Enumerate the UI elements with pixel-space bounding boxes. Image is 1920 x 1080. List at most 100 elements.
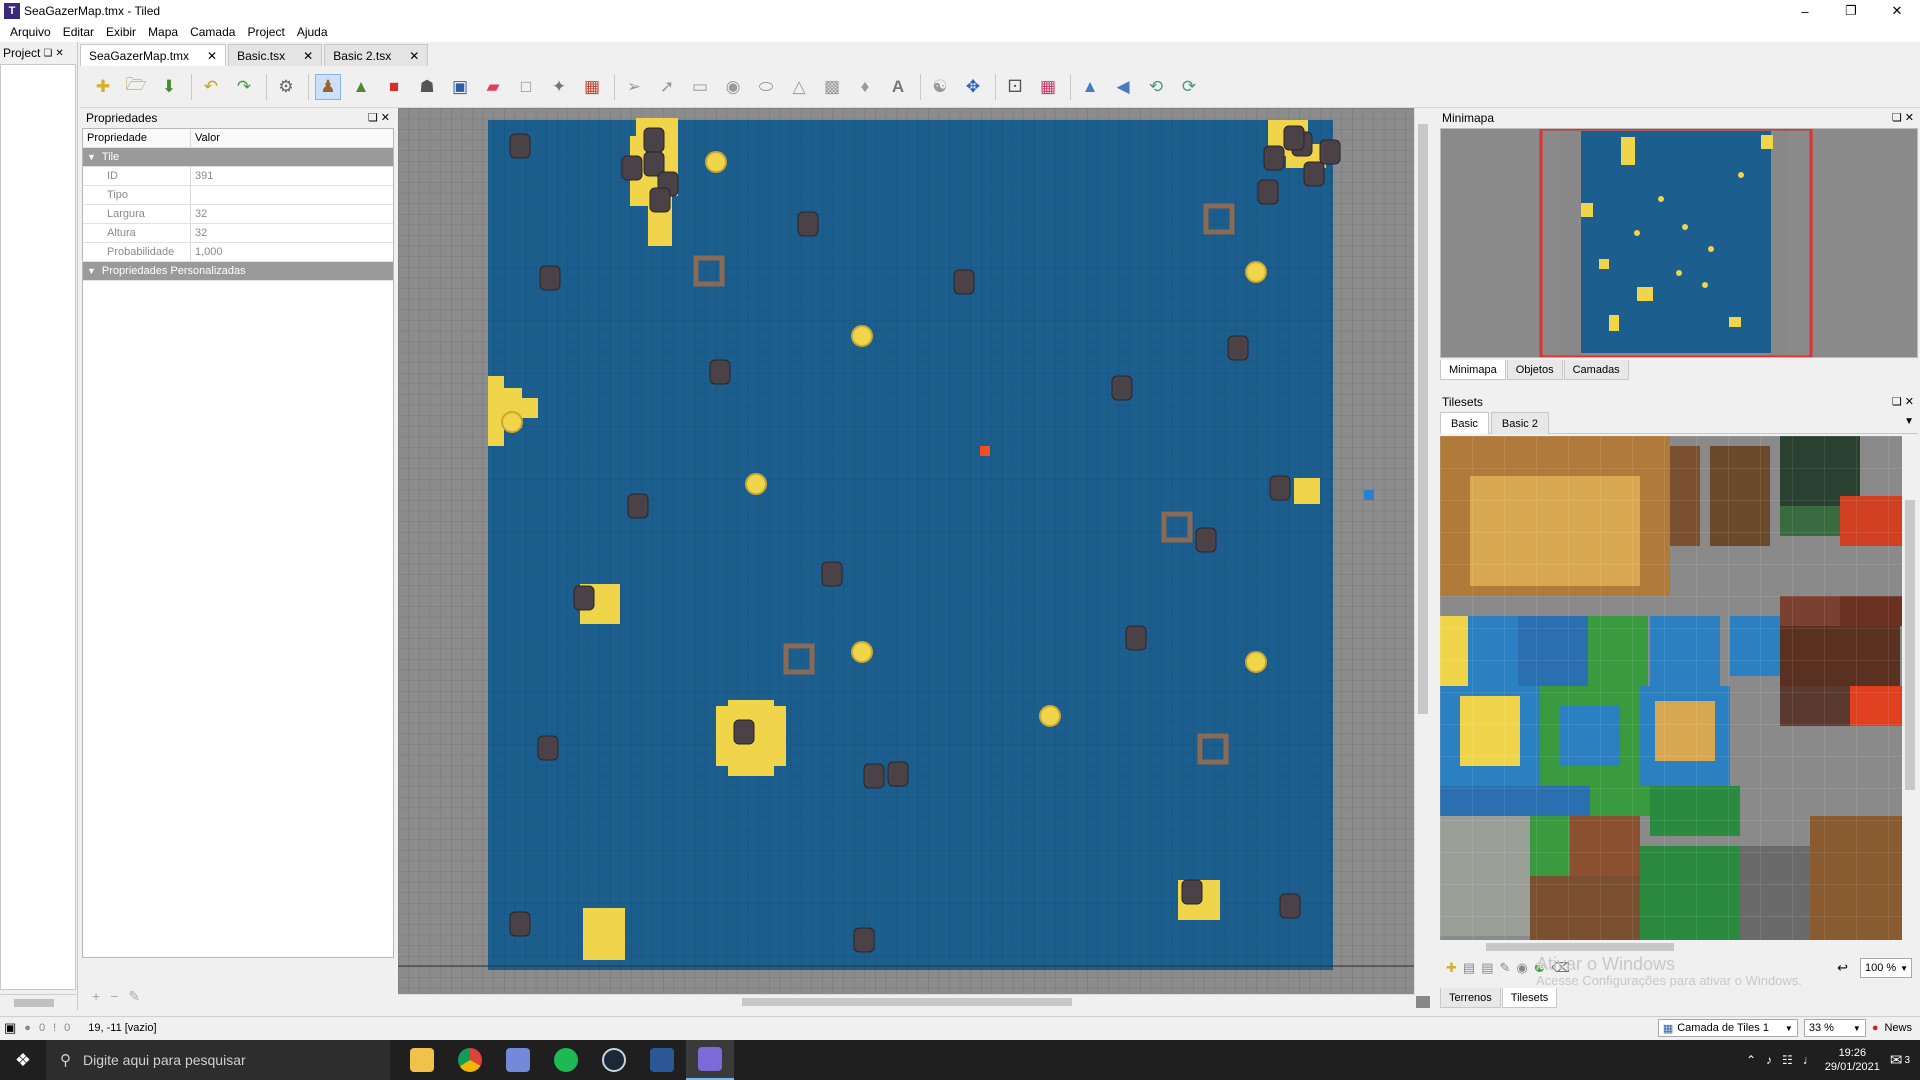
- close-tab-icon[interactable]: ✕: [303, 49, 313, 63]
- insert-point-icon[interactable]: ◉: [720, 74, 746, 100]
- map-vscrollbar[interactable]: [1414, 108, 1430, 996]
- terrain-brush-icon[interactable]: ▲: [348, 74, 374, 100]
- tab-tilesets[interactable]: Tilesets: [1501, 988, 1558, 1008]
- float-icon[interactable]: ❏: [368, 112, 378, 124]
- tab-camadas[interactable]: Camadas: [1563, 360, 1629, 380]
- tab-terrenos[interactable]: Terrenos: [1440, 988, 1501, 1008]
- tileset-menu-icon[interactable]: ▼: [1904, 416, 1914, 427]
- commands-icon[interactable]: ⚙: [273, 74, 299, 100]
- add-property-icon[interactable]: +: [92, 988, 100, 1005]
- steam-icon[interactable]: [590, 1040, 638, 1080]
- shape-fill-icon[interactable]: ▣: [447, 74, 473, 100]
- column-header-value[interactable]: Valor: [191, 129, 393, 147]
- flip-vertical-icon[interactable]: ◀: [1110, 74, 1136, 100]
- tab-minimapa[interactable]: Minimapa: [1440, 360, 1506, 380]
- close-button[interactable]: ✕: [1874, 0, 1920, 22]
- tab-objetos[interactable]: Objetos: [1506, 360, 1563, 380]
- rename-property-icon[interactable]: ✎: [128, 988, 140, 1005]
- menu-exibir[interactable]: Exibir: [100, 25, 142, 39]
- tab-basic-2[interactable]: Basic 2: [1490, 412, 1549, 434]
- menu-ajuda[interactable]: Ajuda: [291, 25, 334, 39]
- project-tree[interactable]: [0, 64, 76, 990]
- network-icon[interactable]: ☷: [1782, 1053, 1793, 1067]
- tiled-taskbar-icon[interactable]: [686, 1040, 734, 1080]
- close-icon[interactable]: ✕: [1905, 112, 1914, 124]
- wang-fill-icon[interactable]: ▦: [1035, 74, 1061, 100]
- undo-dynamic-wrap-icon[interactable]: ↩: [1837, 960, 1848, 976]
- map-canvas[interactable]: [398, 108, 1430, 1008]
- insert-template-icon[interactable]: ♦: [852, 74, 878, 100]
- group-custom-properties[interactable]: ▼ Propriedades Personalizadas: [83, 262, 393, 281]
- menu-project[interactable]: Project: [241, 25, 290, 39]
- warning-icon[interactable]: !: [53, 1022, 56, 1034]
- insert-tile-icon[interactable]: ▩: [819, 74, 845, 100]
- tab-basic[interactable]: Basic: [1440, 412, 1489, 434]
- column-header-property[interactable]: Propriedade: [83, 129, 191, 147]
- table-row[interactable]: ID 391: [83, 167, 393, 186]
- property-value[interactable]: [191, 186, 393, 204]
- tileset-vscrollbar[interactable]: [1902, 436, 1918, 940]
- rotate-left-icon[interactable]: ⟲: [1143, 74, 1169, 100]
- edit-polygons-icon[interactable]: ➚: [654, 74, 680, 100]
- tileset-view[interactable]: [1440, 436, 1902, 940]
- float-icon[interactable]: ❏: [1892, 396, 1902, 408]
- close-icon[interactable]: ✕: [1905, 396, 1914, 408]
- menu-mapa[interactable]: Mapa: [142, 25, 184, 39]
- rotate-right-icon[interactable]: ⟳: [1176, 74, 1202, 100]
- menu-arquivo[interactable]: Arquivo: [4, 25, 57, 39]
- table-row[interactable]: Altura 32: [83, 224, 393, 243]
- world-tool-icon[interactable]: ☯: [927, 74, 953, 100]
- edit-tileset-icon[interactable]: ✎: [1500, 960, 1511, 976]
- map-render[interactable]: [398, 108, 1414, 994]
- save-icon[interactable]: ⬇: [156, 74, 182, 100]
- open-file-icon[interactable]: 🗁: [123, 74, 149, 100]
- menu-camada[interactable]: Camada: [184, 25, 241, 39]
- tab-basic-tsx[interactable]: Basic.tsx ✕: [228, 44, 323, 66]
- notifications-icon[interactable]: ✉: [1890, 1051, 1903, 1069]
- new-tileset-icon[interactable]: ✚: [1446, 960, 1457, 976]
- maximize-button[interactable]: ❐: [1828, 0, 1874, 22]
- tileset-render[interactable]: [1440, 436, 1902, 940]
- clock[interactable]: 19:26 29/01/2021: [1825, 1046, 1880, 1074]
- remove-property-icon[interactable]: −: [110, 988, 118, 1005]
- table-row[interactable]: Tipo: [83, 186, 393, 205]
- file-explorer-icon[interactable]: [398, 1040, 446, 1080]
- insert-rectangle-icon[interactable]: ▭: [687, 74, 713, 100]
- minimize-button[interactable]: –: [1782, 0, 1828, 22]
- tileset-zoom-select[interactable]: 100 % ▼: [1860, 958, 1912, 978]
- new-file-icon[interactable]: ✚: [90, 74, 116, 100]
- layer-select[interactable]: ▦ Camada de Tiles 1 ▼: [1657, 1019, 1798, 1037]
- magic-wand-icon[interactable]: ✦: [546, 74, 572, 100]
- chrome-icon[interactable]: [446, 1040, 494, 1080]
- spotify-icon[interactable]: [542, 1040, 590, 1080]
- tileset-hscrollbar[interactable]: [1440, 940, 1902, 954]
- close-tab-icon[interactable]: ✕: [207, 49, 217, 63]
- project-hscrollbar[interactable]: [0, 994, 76, 1010]
- group-tile[interactable]: ▼ Tile: [83, 148, 393, 167]
- zoom-select[interactable]: 33 % ▼: [1803, 1019, 1866, 1037]
- close-icon[interactable]: ✕: [381, 112, 390, 124]
- flip-horizontal-icon[interactable]: ▲: [1077, 74, 1103, 100]
- select-same-tile-icon[interactable]: ▦: [579, 74, 605, 100]
- menu-editar[interactable]: Editar: [57, 25, 100, 39]
- taskbar-search[interactable]: ⚲ Digite aqui para pesquisar: [46, 1040, 390, 1080]
- tab-seagazermap[interactable]: SeaGazerMap.tmx ✕: [80, 44, 227, 66]
- console-icon[interactable]: ▣: [4, 1020, 16, 1036]
- redo-icon[interactable]: ↷: [231, 74, 257, 100]
- tileset-properties-icon[interactable]: ◉: [1516, 960, 1527, 976]
- minimap-view[interactable]: [1440, 128, 1918, 358]
- discord-icon[interactable]: [494, 1040, 542, 1080]
- move-map-icon[interactable]: ✥: [960, 74, 986, 100]
- wang-brush-icon[interactable]: ■: [381, 74, 407, 100]
- property-value[interactable]: 1,000: [191, 243, 393, 261]
- float-icon[interactable]: ❏: [1892, 112, 1902, 124]
- export-tileset-icon[interactable]: ▤: [1481, 960, 1493, 976]
- eraser-icon[interactable]: ▰: [480, 74, 506, 100]
- insert-polygon-icon[interactable]: △: [786, 74, 812, 100]
- windows-start-icon[interactable]: ❖: [0, 1040, 46, 1080]
- volume-icon[interactable]: ♩: [1803, 1053, 1815, 1067]
- random-mode-icon[interactable]: ⚀: [1002, 74, 1028, 100]
- news-button[interactable]: News: [1884, 1022, 1912, 1034]
- close-icon[interactable]: ✕: [55, 48, 63, 59]
- minimap-render[interactable]: [1441, 129, 1918, 358]
